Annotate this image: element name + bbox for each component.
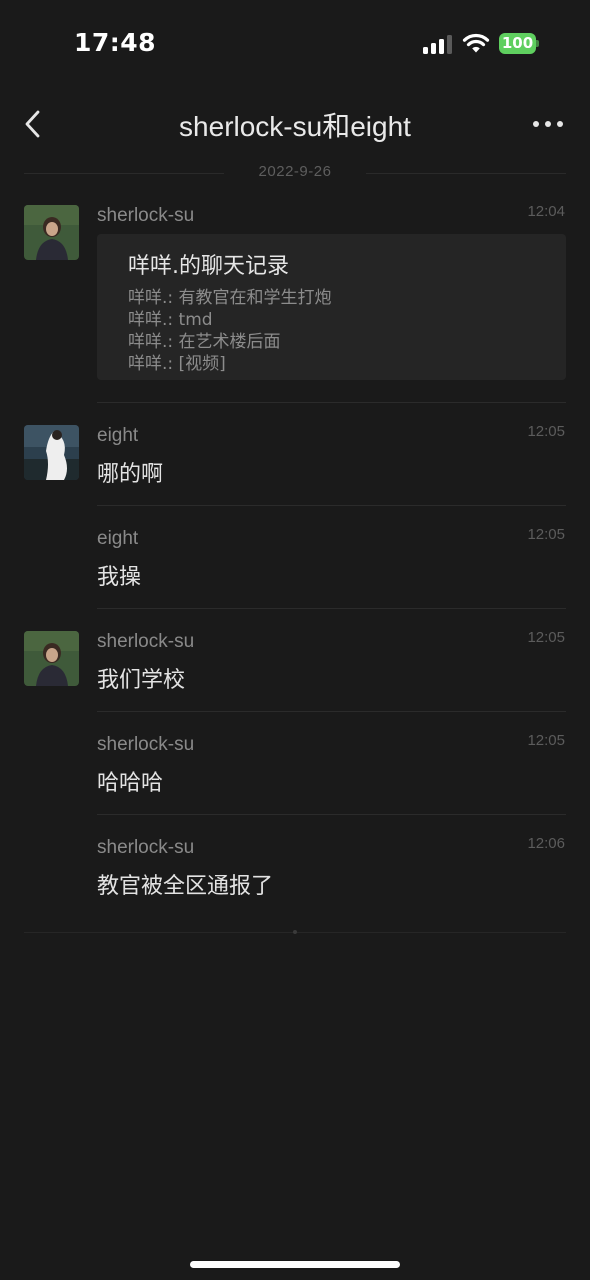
wifi-icon: [462, 33, 490, 53]
message-time: 12:05: [527, 629, 565, 646]
page-title: sherlock-su和eight: [179, 111, 411, 142]
message-time: 12:05: [527, 526, 565, 543]
battery-level: 100: [499, 33, 536, 54]
message-text[interactable]: 哪的啊: [97, 456, 163, 488]
nav-bar: sherlock-su和eight: [0, 92, 590, 156]
message-item: sherlock-su 12:05 哈哈哈: [0, 732, 590, 814]
more-icon[interactable]: [528, 114, 568, 134]
message-text[interactable]: 教官被全区通报了: [97, 868, 273, 900]
message-text[interactable]: 哈哈哈: [97, 765, 163, 797]
message-text[interactable]: 我操: [97, 559, 141, 591]
date-separator: 2022-9-26: [24, 160, 566, 186]
message-time: 12:05: [527, 732, 565, 749]
message-time: 12:06: [527, 835, 565, 852]
message-item: sherlock-su 12:05 我们学校: [0, 629, 590, 711]
divider: [97, 402, 566, 403]
divider: [97, 608, 566, 609]
message-item: sherlock-su 12:06 教官被全区通报了: [0, 835, 590, 917]
chevron-left-icon[interactable]: [16, 106, 52, 142]
divider: [97, 505, 566, 506]
divider: [97, 711, 566, 712]
sender-name: eight: [97, 425, 139, 446]
chat-record-title: 咩咩.的聊天记录: [128, 254, 289, 279]
message-item: eight 12:05 我操: [0, 526, 590, 608]
sender-name: sherlock-su: [97, 205, 195, 226]
divider: [97, 814, 566, 815]
sender-name: sherlock-su: [97, 631, 195, 652]
message-time: 12:04: [527, 203, 565, 220]
sender-name: sherlock-su: [97, 837, 195, 858]
chat-record-line: 咩咩.: [视频]: [128, 354, 226, 374]
battery-icon: 100: [499, 33, 539, 54]
date-label: 2022-9-26: [258, 163, 332, 180]
sender-name: eight: [97, 528, 139, 549]
avatar[interactable]: [24, 205, 79, 260]
chat-record-card[interactable]: 咩咩.的聊天记录 咩咩.: 有教官在和学生打炮 咩咩.: tmd 咩咩.: 在艺…: [97, 234, 566, 380]
home-indicator[interactable]: [190, 1261, 400, 1268]
end-dot: [293, 930, 297, 934]
signal-icon: [423, 34, 453, 54]
status-time: 17:48: [74, 28, 157, 57]
message-text[interactable]: 我们学校: [97, 662, 185, 694]
message-time: 12:05: [527, 423, 565, 440]
message-item: eight 12:05 哪的啊: [0, 423, 590, 505]
sender-name: sherlock-su: [97, 734, 195, 755]
avatar[interactable]: [24, 631, 79, 686]
status-bar: 17:48 100: [0, 0, 590, 80]
avatar[interactable]: [24, 425, 79, 480]
